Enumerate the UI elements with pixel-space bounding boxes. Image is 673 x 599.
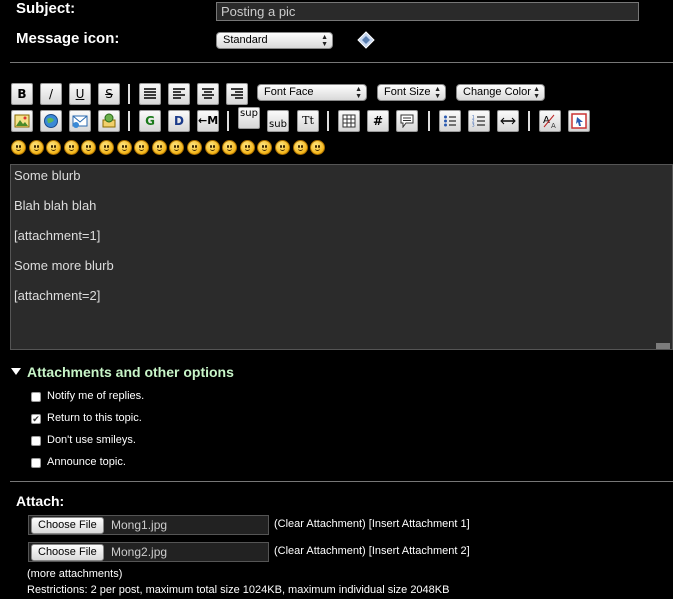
font-size-select[interactable]: Font Size ▲ ▼ (377, 84, 446, 101)
smiley-icon[interactable] (292, 140, 308, 155)
smiley-icon[interactable] (169, 140, 185, 155)
smiley-icon[interactable] (46, 140, 62, 155)
toolbar-separator (227, 111, 229, 131)
file-name-1: Mong1.jpg (111, 518, 168, 532)
divider (10, 481, 673, 482)
subject-input[interactable]: Posting a pic (216, 2, 639, 21)
toolbar-separator (327, 111, 329, 131)
smiley-icon[interactable] (204, 140, 220, 155)
change-color-select[interactable]: Change Color ▲ ▼ (456, 84, 545, 101)
select-arrows-icon: ▲ ▼ (355, 86, 362, 100)
teletype-icon[interactable]: Tt (297, 110, 319, 132)
underline-icon[interactable]: U (69, 83, 91, 105)
smiley-icon[interactable] (11, 140, 26, 155)
align-center-icon[interactable] (197, 83, 219, 105)
collapse-triangle-icon[interactable] (11, 368, 21, 376)
font-size-label: Font Size (384, 86, 431, 98)
smiley-icon[interactable] (99, 140, 114, 155)
resize-grip-icon[interactable] (656, 343, 670, 349)
insert-ftp-icon[interactable] (98, 110, 120, 132)
message-icon-select[interactable]: Standard ▲ ▼ (216, 32, 333, 49)
svg-text:3: 3 (472, 123, 475, 128)
options-header[interactable]: Attachments and other options (27, 364, 234, 380)
insert-image-icon[interactable] (11, 110, 33, 132)
numbered-list-icon[interactable]: 123 (468, 110, 490, 132)
smiley-icon[interactable] (257, 140, 273, 155)
editor-line: [attachment=1] (14, 228, 101, 243)
editor-line: Blah blah blah (14, 198, 97, 213)
align-justify-icon[interactable] (139, 83, 161, 105)
no-smileys-checkbox[interactable] (31, 436, 41, 446)
font-face-select[interactable]: Font Face ▲ ▼ (257, 84, 367, 101)
smiley-icon[interactable] (151, 140, 167, 155)
insert-hyperlink-icon[interactable] (40, 110, 62, 132)
smiley-icon[interactable] (239, 140, 255, 155)
restrictions-text: Restrictions: 2 per post, maximum total … (27, 584, 450, 596)
return-label: Return to this topic. (47, 412, 142, 424)
insert-code-icon[interactable]: # (367, 110, 389, 132)
attachment-links-1[interactable]: (Clear Attachment) [Insert Attachment 1] (274, 518, 470, 530)
no-smileys-label: Don't use smileys. (47, 434, 136, 446)
smiley-icon[interactable] (187, 140, 202, 155)
return-checkbox[interactable]: ✔ (31, 414, 41, 424)
align-right-icon[interactable] (226, 83, 248, 105)
attachment-links-2[interactable]: (Clear Attachment) [Insert Attachment 2] (274, 545, 470, 557)
italic-icon[interactable]: / (40, 83, 62, 105)
shadow-icon[interactable]: D (168, 110, 190, 132)
change-color-label: Change Color (463, 86, 531, 98)
remove-formatting-icon[interactable]: AA (539, 110, 561, 132)
insert-quote-icon[interactable] (396, 110, 418, 132)
attach-label: Attach: (16, 493, 65, 509)
select-arrows-icon: ▲ ▼ (321, 34, 328, 48)
toolbar-separator (428, 111, 430, 131)
smiley-icon[interactable] (81, 140, 97, 155)
toolbar-separator (128, 111, 130, 131)
editor-line: [attachment=2] (14, 288, 101, 303)
marquee-icon[interactable]: ←M (197, 110, 219, 132)
insert-email-icon[interactable] (69, 110, 91, 132)
announce-label: Announce topic. (47, 456, 126, 468)
subject-label: Subject: (16, 0, 76, 17)
announce-checkbox[interactable] (31, 458, 41, 468)
bullet-list-icon[interactable] (439, 110, 461, 132)
message-icon-label: Message icon: (16, 30, 120, 47)
subscript-icon[interactable]: sub (267, 110, 289, 132)
toolbar-separator (128, 84, 130, 104)
smiley-icon[interactable] (63, 140, 79, 155)
choose-file-button-2[interactable]: Choose File (31, 544, 104, 561)
smiley-icon[interactable] (310, 140, 326, 155)
smiley-icon[interactable] (222, 140, 238, 155)
toggle-view-icon[interactable] (568, 110, 590, 132)
smiley-icon[interactable] (134, 140, 150, 155)
smiley-icon[interactable] (28, 140, 44, 155)
strikethrough-icon[interactable]: S (98, 83, 120, 105)
superscript-icon[interactable]: sup (238, 107, 260, 129)
message-icon-preview-icon (357, 31, 375, 49)
horizontal-rule-icon[interactable] (497, 110, 519, 132)
choose-file-button-1[interactable]: Choose File (31, 517, 104, 534)
insert-table-icon[interactable] (338, 110, 360, 132)
glow-icon[interactable]: G (139, 110, 161, 132)
svg-text:A: A (551, 122, 556, 129)
divider (10, 62, 673, 63)
toolbar-separator (528, 111, 530, 131)
message-textarea[interactable]: Some blurb Blah blah blah [attachment=1]… (10, 164, 673, 350)
smiley-icon[interactable] (116, 140, 132, 155)
select-arrows-icon: ▲ ▼ (533, 86, 540, 100)
bold-icon[interactable]: B (11, 83, 33, 105)
file-name-2: Mong2.jpg (111, 545, 168, 559)
select-arrows-icon: ▲ ▼ (434, 86, 441, 100)
editor-line: Some blurb (14, 168, 81, 183)
notify-checkbox[interactable] (31, 392, 41, 402)
more-attachments-link[interactable]: (more attachments) (27, 568, 122, 580)
font-face-label: Font Face (264, 86, 314, 98)
align-left-icon[interactable] (168, 83, 190, 105)
notify-label: Notify me of replies. (47, 390, 145, 402)
smiley-icon[interactable] (275, 140, 290, 155)
message-icon-select-value: Standard (223, 34, 268, 46)
editor-line: Some more blurb (14, 258, 114, 273)
